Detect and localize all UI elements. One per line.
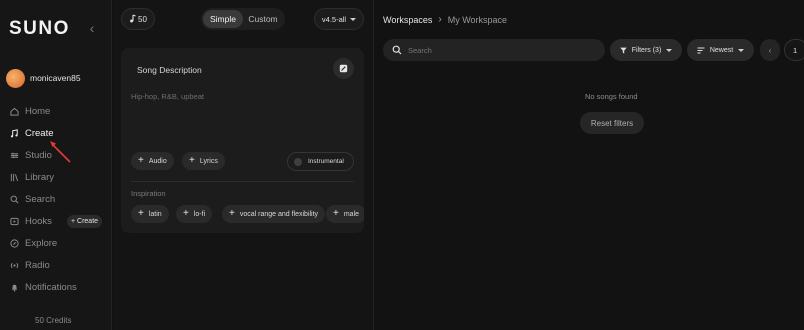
sort-label: Newest bbox=[709, 46, 734, 54]
hooks-icon bbox=[10, 217, 19, 226]
annotation-arrow-icon bbox=[50, 141, 71, 163]
username: monicaven85 bbox=[30, 73, 81, 83]
sidebar-item-label: Create bbox=[25, 127, 54, 139]
studio-icon bbox=[10, 151, 19, 160]
inspiration-tag[interactable]: + vocal range and flexibility bbox=[222, 205, 326, 223]
tag-label: vocal range and flexibility bbox=[239, 210, 319, 218]
inspiration-tag[interactable]: + lo-fi bbox=[176, 205, 213, 223]
library-icon bbox=[10, 173, 19, 182]
sidebar-item-explore[interactable]: Explore bbox=[0, 232, 112, 254]
expand-editor-button[interactable] bbox=[333, 58, 354, 79]
audio-label: Audio bbox=[148, 157, 167, 165]
bell-icon bbox=[10, 283, 19, 292]
sidebar-item-label: Library bbox=[25, 171, 55, 183]
breadcrumb-current: My Workspace bbox=[447, 14, 508, 25]
chevron-down-icon bbox=[738, 48, 745, 52]
inspiration-tags: + latin + lo-fi + vocal range and flexib… bbox=[131, 205, 364, 223]
search-placeholder: Search bbox=[408, 45, 432, 55]
custom-mode-tab[interactable]: Custom bbox=[243, 10, 283, 28]
plus-icon: + bbox=[189, 155, 195, 166]
search-icon bbox=[392, 45, 402, 55]
sidebar-item-hooks[interactable]: Hooks + Create bbox=[0, 210, 112, 232]
credits-count[interactable]: 50 Credits bbox=[35, 316, 71, 325]
music-note-icon bbox=[129, 13, 136, 25]
add-audio-button[interactable]: + Audio bbox=[131, 152, 174, 170]
search-input[interactable]: Search bbox=[383, 39, 605, 61]
sidebar-item-home[interactable]: Home bbox=[0, 100, 112, 122]
collapse-sidebar-icon[interactable]: ‹ bbox=[86, 21, 98, 35]
home-icon bbox=[10, 107, 19, 116]
instrumental-label: Instrumental bbox=[308, 158, 344, 165]
sidebar-item-radio[interactable]: Radio bbox=[0, 254, 112, 276]
chevron-down-icon bbox=[350, 17, 357, 21]
filter-icon bbox=[620, 47, 627, 54]
plus-icon: + bbox=[138, 155, 144, 166]
reset-filters-button[interactable]: Reset filters bbox=[580, 112, 644, 134]
inspiration-tag[interactable]: + latin bbox=[131, 205, 169, 223]
sidebar-item-label: Explore bbox=[25, 237, 58, 249]
simple-mode-tab[interactable]: Simple bbox=[203, 10, 243, 28]
filters-button[interactable]: Filters (3) bbox=[610, 39, 682, 61]
search-icon bbox=[10, 195, 19, 204]
chevron-down-icon bbox=[666, 48, 673, 52]
music-note-icon bbox=[10, 128, 19, 138]
song-description-input[interactable]: Hip-hop, R&B, upbeat bbox=[131, 92, 204, 101]
divider bbox=[131, 181, 354, 182]
plus-icon: + bbox=[229, 208, 235, 219]
workspace-panel: Workspaces › My Workspace Search Filters… bbox=[375, 0, 804, 330]
empty-state-message: No songs found bbox=[585, 92, 638, 101]
tag-label: male bbox=[343, 210, 360, 218]
hooks-create-button[interactable]: + Create bbox=[67, 215, 103, 228]
inspiration-label: Inspiration bbox=[131, 189, 166, 198]
edit-icon bbox=[339, 64, 348, 73]
song-description-title: Song Description bbox=[137, 65, 202, 75]
tag-label: latin bbox=[148, 210, 162, 218]
song-description-card: Song Description Hip-hop, R&B, upbeat + … bbox=[121, 48, 364, 233]
sidebar-item-label: Notifications bbox=[25, 281, 77, 293]
sidebar: SUNO ‹ monicaven85 Home Create Studio Li… bbox=[0, 0, 112, 330]
breadcrumb: Workspaces › My Workspace bbox=[383, 14, 507, 25]
sidebar-nav: Home Create Studio Library Search Hooks … bbox=[0, 100, 112, 298]
plus-icon: + bbox=[183, 208, 189, 219]
suno-logo[interactable]: SUNO bbox=[9, 18, 70, 40]
sidebar-item-notifications[interactable]: Notifications bbox=[0, 276, 112, 298]
lyrics-label: Lyrics bbox=[199, 157, 218, 165]
user-profile[interactable]: monicaven85 bbox=[6, 68, 81, 88]
radio-icon bbox=[10, 261, 19, 270]
mode-toggle: Simple Custom bbox=[201, 8, 285, 30]
sort-button[interactable]: Newest bbox=[687, 39, 754, 61]
create-panel: 50 Simple Custom v4.5-all Song Descripti… bbox=[113, 0, 374, 330]
instrumental-toggle[interactable]: Instrumental bbox=[287, 152, 354, 171]
sidebar-item-label: Hooks bbox=[25, 215, 52, 227]
sidebar-item-label: Home bbox=[25, 105, 51, 117]
plus-icon: + bbox=[333, 208, 339, 219]
sidebar-item-search[interactable]: Search bbox=[0, 188, 112, 210]
page-number[interactable]: 1 bbox=[784, 39, 804, 61]
breadcrumb-workspaces[interactable]: Workspaces bbox=[383, 15, 432, 25]
add-lyrics-button[interactable]: + Lyrics bbox=[182, 152, 225, 170]
credit-count: 50 bbox=[138, 14, 147, 24]
credit-balance-button[interactable]: 50 bbox=[121, 8, 155, 30]
toggle-switch-icon bbox=[294, 157, 302, 166]
plus-icon: + bbox=[138, 208, 144, 219]
avatar[interactable] bbox=[6, 68, 25, 88]
model-version-select[interactable]: v4.5-all bbox=[314, 8, 364, 30]
sidebar-item-label: Search bbox=[25, 193, 56, 205]
sidebar-item-library[interactable]: Library bbox=[0, 166, 112, 188]
sidebar-item-label: Radio bbox=[25, 259, 50, 271]
explore-icon bbox=[10, 238, 19, 248]
sort-icon bbox=[697, 47, 705, 53]
chevron-right-icon: › bbox=[438, 14, 442, 25]
previous-page-button[interactable]: ‹ bbox=[760, 39, 780, 61]
model-version-label: v4.5-all bbox=[321, 14, 347, 24]
filters-label: Filters (3) bbox=[631, 46, 662, 54]
inspiration-tag[interactable]: + male bbox=[326, 205, 364, 223]
tag-label: lo-fi bbox=[193, 210, 206, 218]
